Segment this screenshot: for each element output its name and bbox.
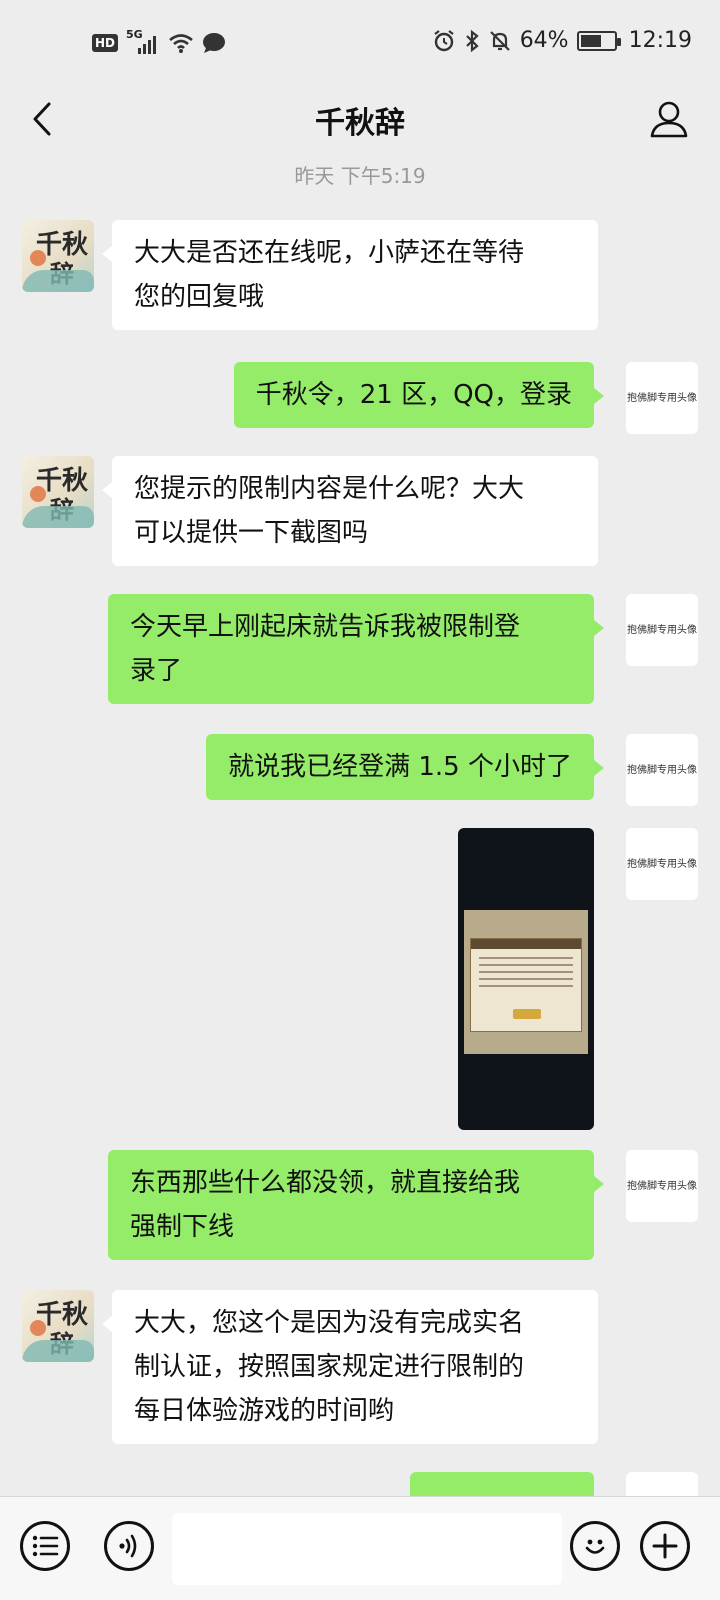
chat-header: 千秋辞 <box>0 88 720 158</box>
battery-fill <box>580 34 601 47</box>
message-bubble-outgoing[interactable]: 东西那些什么都没领，就直接给我 强制下线 <box>108 1150 604 1260</box>
battery-icon <box>576 30 621 51</box>
voice-icon <box>119 1534 137 1558</box>
avatar-decoration <box>22 270 94 292</box>
avatar-decoration <box>22 506 94 528</box>
battery-percent: 64% <box>519 28 569 53</box>
bluetooth-icon <box>464 29 480 53</box>
message-bubble-outgoing[interactable] <box>410 1472 604 1514</box>
plus-icon <box>652 1533 678 1559</box>
list-menu-icon <box>32 1535 59 1557</box>
emoji-button[interactable] <box>570 1521 620 1571</box>
menu-button[interactable] <box>20 1521 70 1571</box>
message-line: 制认证，按照国家规定进行限制的 <box>134 1352 525 1382</box>
message-line: 大大，您这个是因为没有完成实名 <box>134 1308 525 1338</box>
image-dialog <box>470 938 582 1032</box>
message-input[interactable] <box>172 1513 562 1585</box>
message-bubble-outgoing[interactable]: 今天早上刚起床就告诉我被限制登 录了 <box>108 594 604 704</box>
chat-info-button[interactable] <box>644 94 694 144</box>
status-left-group: HD 5G <box>92 28 226 56</box>
message-bubble-outgoing[interactable]: 千秋令，21 区，QQ，登录 <box>233 362 605 428</box>
alarm-icon <box>432 29 456 53</box>
chat-title: 千秋辞 <box>315 106 405 141</box>
message-bubble-incoming[interactable]: 大大，您这个是因为没有完成实名 制认证，按照国家规定进行限制的 每日体验游戏的时… <box>102 1290 598 1444</box>
message-line: 就说我已经登满 1.5 个小时了 <box>228 752 572 782</box>
my-avatar[interactable]: 抱佛脚专用头像 <box>626 362 698 434</box>
message-line: 您的回复哦 <box>134 282 265 312</box>
avatar-decoration <box>22 1340 94 1362</box>
my-avatar[interactable]: 抱佛脚专用头像 <box>626 734 698 806</box>
message-line: 千秋令，21 区，QQ，登录 <box>255 380 572 410</box>
message-line: 可以提供一下截图吗 <box>134 518 369 548</box>
clock: 12:19 <box>628 28 692 53</box>
message-line: 录了 <box>130 656 183 686</box>
message-line: 大大是否还在线呢，小萨还在等待 <box>134 238 525 268</box>
status-right-group: 64% 12:19 <box>432 28 692 53</box>
hd-badge: HD <box>92 34 119 52</box>
voice-button[interactable] <box>104 1521 154 1571</box>
message-line: 今天早上刚起床就告诉我被限制登 <box>130 612 521 642</box>
wifi-icon <box>168 32 194 54</box>
input-bar <box>0 1496 720 1600</box>
message-line: 您提示的限制内容是什么呢？大大 <box>134 474 525 504</box>
message-line: 每日体验游戏的时间哟 <box>134 1396 395 1426</box>
my-avatar[interactable]: 抱佛脚专用头像 <box>626 1150 698 1222</box>
mute-bell-icon <box>488 29 512 53</box>
message-bubble-incoming[interactable]: 大大是否还在线呢，小萨还在等待 您的回复哦 <box>102 220 598 330</box>
message-line: 东西那些什么都没领，就直接给我 <box>130 1168 521 1198</box>
smiley-icon <box>585 1539 605 1554</box>
message-line: 强制下线 <box>130 1212 235 1242</box>
contact-avatar[interactable]: 千秋 辞 <box>22 220 94 292</box>
my-avatar[interactable] <box>626 1472 698 1496</box>
my-avatar[interactable]: 抱佛脚专用头像 <box>626 594 698 666</box>
contact-avatar[interactable]: 千秋 辞 <box>22 1290 94 1362</box>
my-avatar[interactable]: 抱佛脚专用头像 <box>626 828 698 900</box>
person-icon <box>650 101 688 138</box>
message-bubble-outgoing[interactable]: 就说我已经登满 1.5 个小时了 <box>206 734 604 800</box>
contact-avatar[interactable]: 千秋 辞 <box>22 456 94 528</box>
message-timestamp: 昨天 下午5:19 <box>294 164 426 188</box>
message-bubble-icon <box>202 32 226 54</box>
message-bubble-incoming[interactable]: 您提示的限制内容是什么呢？大大 可以提供一下截图吗 <box>102 456 598 566</box>
signal-icon: 5G <box>126 28 160 56</box>
screenshot-image[interactable] <box>458 828 594 1130</box>
status-bar: HD 5G 64% 12:19 <box>0 0 720 88</box>
more-button[interactable] <box>640 1521 690 1571</box>
